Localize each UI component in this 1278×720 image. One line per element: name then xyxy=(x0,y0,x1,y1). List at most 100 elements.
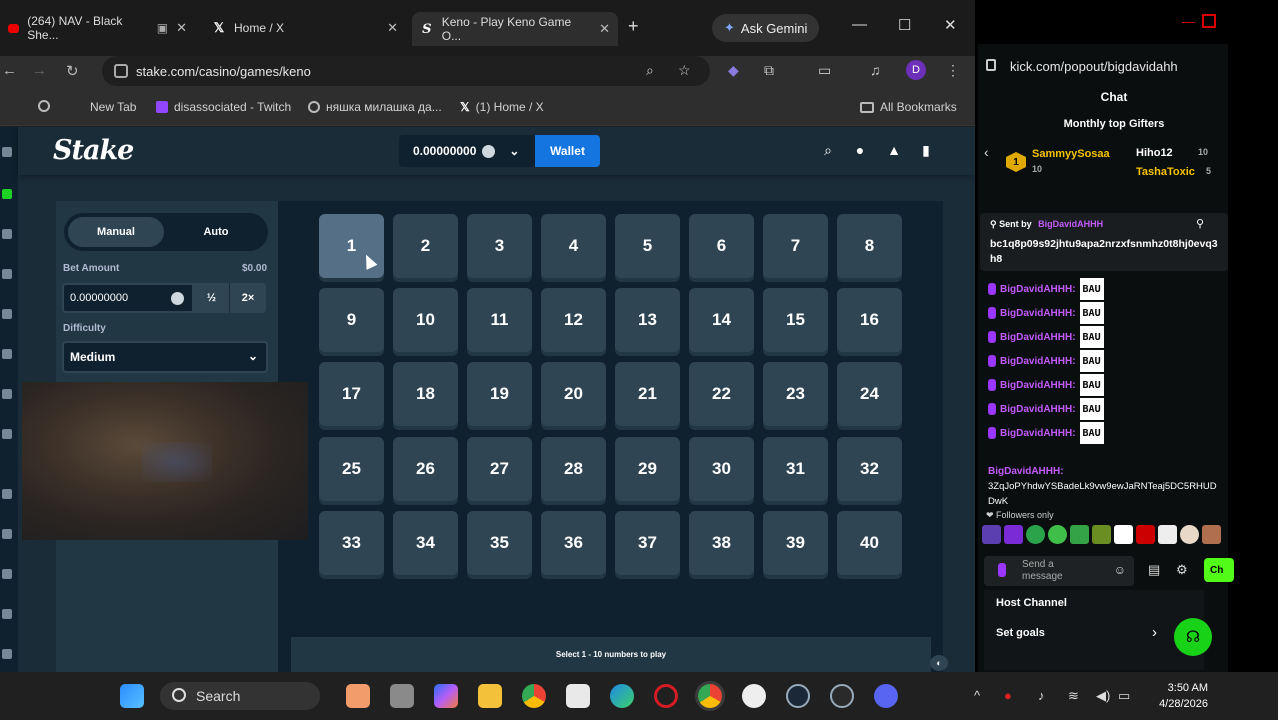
keno-tile[interactable]: 16 xyxy=(837,288,902,352)
chrome-active-icon[interactable] xyxy=(698,684,722,708)
user-icon[interactable]: ● xyxy=(852,142,868,158)
tray-app-icon[interactable]: ● xyxy=(1004,688,1012,703)
keno-tile[interactable]: 14 xyxy=(689,288,754,352)
keno-tile[interactable]: 11 xyxy=(467,288,532,352)
pinned-user[interactable]: BigDavidAHHH xyxy=(1038,219,1103,229)
keno-tile[interactable]: 31 xyxy=(763,437,828,501)
emote-icon[interactable] xyxy=(982,525,1001,544)
keno-tile[interactable]: 20 xyxy=(541,362,606,426)
keno-tile[interactable]: 13 xyxy=(615,288,680,352)
stake-logo[interactable]: Stake xyxy=(53,135,134,166)
menu-kebab-icon[interactable]: ⋮ xyxy=(946,62,960,79)
keno-tile[interactable]: 18 xyxy=(393,362,458,426)
keno-tile[interactable]: 19 xyxy=(467,362,532,426)
wallet-button[interactable]: Wallet xyxy=(535,135,600,167)
chat-toggle-icon[interactable]: ▮ xyxy=(918,142,934,158)
chevron-left-icon[interactable]: ‹ xyxy=(984,144,989,160)
keno-tile[interactable]: 9 xyxy=(319,288,384,352)
chat-username[interactable]: BigDavidAHHH: xyxy=(1000,404,1076,415)
keno-tile[interactable]: 34 xyxy=(393,511,458,575)
minimize-icon[interactable]: — xyxy=(1182,14,1195,29)
set-goals-item[interactable]: Set goals xyxy=(996,627,1045,639)
keno-tile[interactable]: 32 xyxy=(837,437,902,501)
emote-icon[interactable] xyxy=(1070,525,1089,544)
double-bet-button[interactable]: 2× xyxy=(230,283,266,313)
keno-tile[interactable]: 38 xyxy=(689,511,754,575)
system-clock[interactable]: 3:50 AM 4/28/2026 xyxy=(1148,680,1208,712)
chat-username[interactable]: BigDavidAHHH: xyxy=(1000,284,1076,295)
copilot-icon[interactable] xyxy=(434,684,458,708)
keno-tile[interactable]: 8 xyxy=(837,214,902,278)
emote-icon[interactable] xyxy=(1092,525,1111,544)
gifter-name[interactable]: Hiho12 xyxy=(1136,147,1173,159)
challenges-icon[interactable] xyxy=(2,389,12,399)
difficulty-select[interactable]: Medium ⌄ xyxy=(62,341,268,373)
emote-icon[interactable] xyxy=(1158,525,1177,544)
emote-icon[interactable] xyxy=(1180,525,1199,544)
affiliate-icon[interactable] xyxy=(2,529,12,539)
bookmark-star-icon[interactable]: ☆ xyxy=(678,62,691,79)
close-window-icon[interactable]: ✕ xyxy=(944,16,957,34)
reload-icon[interactable]: ↻ xyxy=(66,62,79,80)
keno-tile[interactable]: 35 xyxy=(467,511,532,575)
keno-tile[interactable]: 21 xyxy=(615,362,680,426)
stats-icon[interactable] xyxy=(2,569,12,579)
keno-tile[interactable]: 5 xyxy=(615,214,680,278)
emoji-icon[interactable]: ☺ xyxy=(1114,564,1126,576)
keno-tile[interactable]: 30 xyxy=(689,437,754,501)
all-bookmarks[interactable]: All Bookmarks xyxy=(860,100,957,114)
widgets-icon[interactable] xyxy=(346,684,370,708)
chrome-icon[interactable] xyxy=(522,684,546,708)
notifications-bell-icon[interactable]: ▲ xyxy=(886,142,902,158)
taskbar-search[interactable]: Search xyxy=(160,682,320,710)
profile-avatar[interactable]: D xyxy=(906,60,926,80)
maximize-icon[interactable] xyxy=(1202,14,1216,28)
vip-icon[interactable] xyxy=(2,489,12,499)
extensions-puzzle-icon[interactable]: ⧉ xyxy=(764,62,774,79)
ask-gemini-button[interactable]: ✦ Ask Gemini xyxy=(712,14,820,42)
search-icon[interactable]: ⌕ xyxy=(820,142,836,158)
sports-icon[interactable] xyxy=(2,229,12,239)
bookmark-twitch[interactable]: disassociated - Twitch xyxy=(156,100,291,114)
keno-tile[interactable]: 22 xyxy=(689,362,754,426)
new-tab-button[interactable]: + xyxy=(628,16,639,37)
keno-tile[interactable]: 6 xyxy=(689,214,754,278)
keno-tile[interactable]: 29 xyxy=(615,437,680,501)
chat-username[interactable]: BigDavidAHHH: xyxy=(988,466,1064,477)
bookmark-new-tab[interactable]: New Tab xyxy=(90,100,136,114)
minimize-icon[interactable]: — xyxy=(852,16,867,33)
back-icon[interactable]: ← xyxy=(2,62,17,79)
keno-tile[interactable]: 23 xyxy=(763,362,828,426)
site-info-icon[interactable] xyxy=(114,64,128,78)
steam-icon[interactable] xyxy=(786,684,810,708)
keno-tile[interactable]: 3 xyxy=(467,214,532,278)
tab-search-icon[interactable]: ▭ xyxy=(818,62,831,79)
support-icon[interactable] xyxy=(2,649,12,659)
fairness-icon[interactable]: ◐ xyxy=(930,655,948,671)
media-icon[interactable]: ♫ xyxy=(870,62,881,78)
tray-overflow-icon[interactable]: ^ xyxy=(974,688,980,703)
keno-tile[interactable]: 2 xyxy=(393,214,458,278)
favourites-icon[interactable] xyxy=(2,309,12,319)
gifter-name[interactable]: SammyySosaa xyxy=(1032,148,1110,160)
tab-youtube[interactable]: (264) NAV - Black She... ▣ ✕ xyxy=(0,10,195,46)
keno-tile[interactable]: 17 xyxy=(319,362,384,426)
keno-tile[interactable]: 4 xyxy=(541,214,606,278)
bookmark-russian[interactable]: няшка милашка да... xyxy=(308,100,442,114)
microphone-icon[interactable]: ♪ xyxy=(1038,688,1045,703)
auto-tab[interactable]: Auto xyxy=(168,217,264,247)
keno-tile[interactable]: 37 xyxy=(615,511,680,575)
keno-tile[interactable]: 1 xyxy=(319,214,384,278)
manual-tab[interactable]: Manual xyxy=(68,217,164,247)
promo-icon[interactable] xyxy=(2,269,12,279)
store-icon[interactable] xyxy=(566,684,590,708)
close-tab-icon[interactable]: ✕ xyxy=(176,20,187,36)
media-player-icon[interactable] xyxy=(742,684,766,708)
keno-tile[interactable]: 28 xyxy=(541,437,606,501)
recent-icon[interactable] xyxy=(2,349,12,359)
wifi-icon[interactable]: ≋ xyxy=(1068,688,1079,704)
keno-tile[interactable]: 36 xyxy=(541,511,606,575)
close-tab-icon[interactable]: ✕ xyxy=(599,21,610,37)
keno-tile[interactable]: 26 xyxy=(393,437,458,501)
balance-selector[interactable]: 0.00000000 ⌄ xyxy=(399,135,554,167)
